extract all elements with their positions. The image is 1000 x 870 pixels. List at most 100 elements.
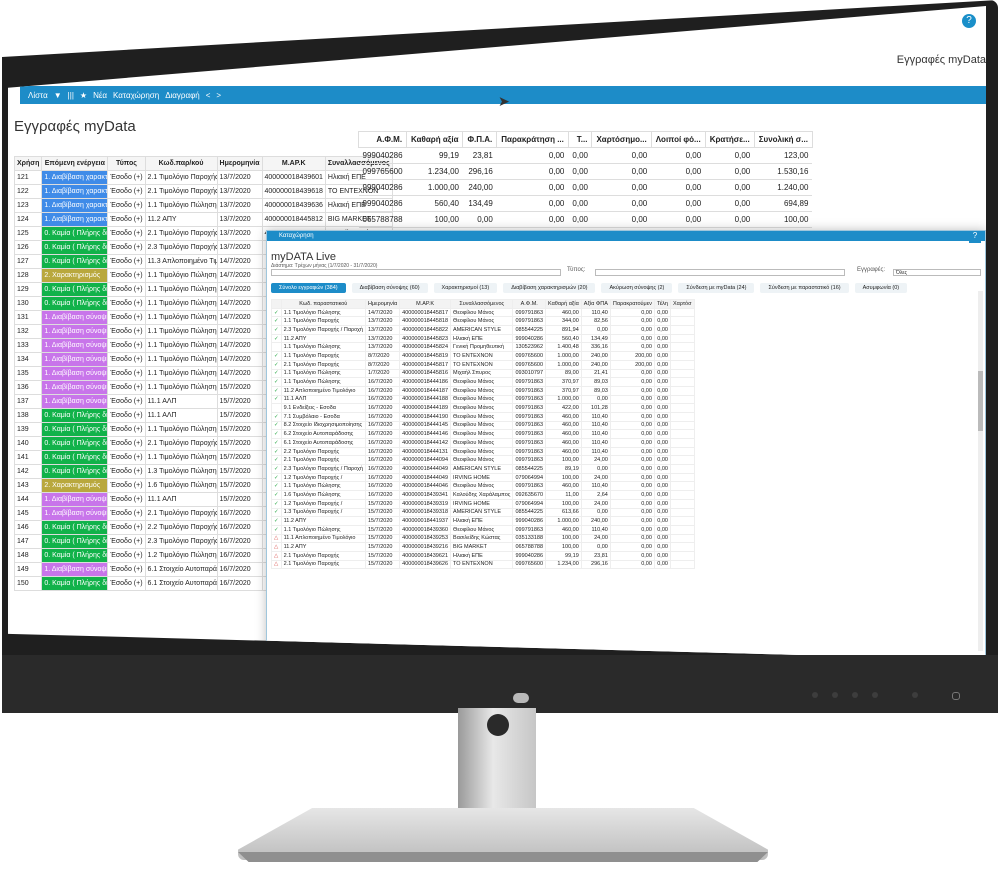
column-header[interactable]: Α.Φ.Μ. <box>357 131 408 148</box>
status-tab[interactable]: Ακύρωση σύνοψης (2) <box>601 283 673 293</box>
next-action-cell[interactable]: 1. Διαβίβαση σύνοψης <box>41 380 109 395</box>
monitor-button[interactable] <box>872 692 878 698</box>
table-row[interactable]: ✓ 1.2 Τιμολόγιο Παροχής /15/7/2020 4000000… <box>271 498 695 509</box>
column-header[interactable]: Χρήση <box>13 156 43 171</box>
column-header[interactable]: Συνολική σ... <box>753 131 813 148</box>
next-action-cell[interactable]: 1. Διαβίβαση σύνοψης <box>41 324 109 339</box>
next-action-cell[interactable]: 0. Καμία ( Πλήρης διαβίβαση ) <box>41 464 109 479</box>
next-action-cell[interactable]: 0. Καμία ( Πλήρης διαβίβαση ) <box>41 576 109 591</box>
next-action-cell[interactable]: 1. Διαβίβαση χαρακτηρισμού <box>41 212 109 227</box>
column-header[interactable]: Επόμενη ενέργεια <box>41 156 109 171</box>
table-row[interactable]: ✓ 1.1 Τιμολόγιο Πώλησης 16/7/2020 400000018… <box>271 377 695 387</box>
monitor-button[interactable] <box>812 692 818 698</box>
column-header[interactable]: Καθαρή αξία <box>545 299 582 309</box>
table-row[interactable]: ✓ 6.2 Στοιχείο Αυτοπαράδοσης 16/7/2020 4000… <box>271 429 695 439</box>
toolbar-item[interactable]: > <box>216 91 221 100</box>
status-tab[interactable]: Διαβίβαση χαρακτηρισμών (20) <box>503 283 596 293</box>
column-header[interactable]: Κρατήσε... <box>704 131 755 148</box>
table-row[interactable]: ✓ 11.1 ΑΛΠ 16/7/2020 400000018444188 Θεοφίλο… <box>271 394 695 405</box>
table-row[interactable]: ✓ 11.2 ΑΠΥ 15/7/2020 400000018441937 Ηλιακή … <box>271 516 695 526</box>
period-select[interactable] <box>271 269 561 276</box>
status-tab[interactable]: Διαβίβαση σύνοψης (60) <box>351 283 428 293</box>
type-select[interactable] <box>595 269 845 276</box>
column-header[interactable]: Καθαρή αξία <box>406 131 464 148</box>
scrollbar-thumb[interactable] <box>978 371 983 431</box>
table-row[interactable]: ✓ 2.1 Τιμολόγιο Παροχής 16/7/2020 400000018… <box>271 455 695 466</box>
column-header[interactable]: Α.Φ.Μ. <box>512 299 546 309</box>
next-action-cell[interactable]: 1. Διαβίβαση σύνοψης <box>41 366 109 381</box>
next-action-cell[interactable]: 0. Καμία ( Πλήρης διαβίβαση ) <box>41 422 109 437</box>
scrollbar[interactable] <box>978 291 983 651</box>
table-row[interactable]: ✓ 1.1 Τιμολόγιο Πώλησης 15/7/2020 400000018… <box>271 524 695 535</box>
next-action-cell[interactable]: 1. Διαβίβαση χαρακτηρισμού <box>41 198 109 213</box>
table-row[interactable]: ✓ 7.1 Συμβόλαιο - Εσοδα 16/7/2020 400000018… <box>271 411 695 422</box>
column-header[interactable]: Τέλη <box>653 299 671 309</box>
table-row[interactable]: ✓ 1.1 Τιμολόγιο Παροχής 8/7/2020 4000000184… <box>271 351 695 361</box>
next-action-cell[interactable]: 0. Καμία ( Πλήρης διαβίβαση ) <box>41 254 109 269</box>
next-action-cell[interactable]: 0. Καμία ( Πλήρης διαβίβαση ) <box>41 408 109 423</box>
status-tab[interactable]: Σύνολο εγγραφών (384) <box>271 283 346 293</box>
table-row[interactable]: ✓ 1.3 Τιμολόγιο Παροχής /15/7/2020 4000000… <box>271 507 695 518</box>
column-header[interactable]: Χαρτόσ <box>669 299 695 309</box>
next-action-cell[interactable]: 0. Καμία ( Πλήρης διαβίβαση ) <box>41 226 109 241</box>
monitor-button[interactable] <box>912 692 918 698</box>
table-row[interactable]: ✓ 2.2 Τιμολόγιο Παροχής 16/7/2020 400000018… <box>271 446 695 457</box>
toolbar-item[interactable]: Νέα <box>93 91 107 100</box>
power-button-icon[interactable] <box>952 692 960 700</box>
column-header[interactable]: Ημερομηνία <box>216 156 263 171</box>
column-header[interactable]: Παρακράτηση ... <box>496 131 569 148</box>
monitor-button[interactable] <box>832 692 838 698</box>
column-header[interactable]: Κωδ.παρ/κού <box>144 156 218 171</box>
column-header[interactable] <box>271 299 282 309</box>
status-tab[interactable]: Σύνδεση με myData (24) <box>678 283 755 293</box>
next-action-cell[interactable]: 1. Διαβίβαση σύνοψης <box>41 492 109 507</box>
next-action-cell[interactable]: 0. Καμία ( Πλήρης διαβίβαση ) <box>41 282 109 297</box>
next-action-cell[interactable]: 0. Καμία ( Πλήρης διαβίβαση ) <box>41 534 109 549</box>
status-tab[interactable]: Ασυμφωνία (0) <box>854 283 908 293</box>
next-action-cell[interactable]: 0. Καμία ( Πλήρης διαβίβαση ) <box>41 240 109 255</box>
table-row[interactable]: △ 2.1 Τιμολόγιο Παροχής 15/7/2020 400000018… <box>271 559 695 570</box>
table-row[interactable]: ✓ 1.1 Τιμολόγιο Πώλησης 16/7/2020 400000018… <box>271 481 695 492</box>
toolbar-item[interactable]: ||| <box>68 91 74 100</box>
column-header[interactable]: Φ.Π.Α. <box>462 131 498 148</box>
toolbar-item[interactable]: Λίστα <box>28 91 48 100</box>
table-row[interactable]: 999040286 560,40 134,49 0,00 0,00 0,00 0,00 0,0… <box>358 195 813 212</box>
table-row[interactable]: ✓ 1.1 Τιμολόγιο Παροχής 13/7/2020 400000018… <box>271 316 695 327</box>
table-row[interactable]: ✓ 6.1 Στοιχείο Αυτοπαράδοσης 16/7/2020 4000… <box>271 438 695 448</box>
table-row[interactable]: △ 11.2 ΑΠΥ 15/7/2020 400000018439216 BIG MAR… <box>271 542 695 552</box>
table-row[interactable]: 1221. Διαβίβαση χαρακτηρισμούΈσοδο (+)2.… <box>13 184 393 199</box>
table-row[interactable]: 1.1 Τιμολόγιο Πώλησης 13/7/2020 4000000184… <box>271 342 695 353</box>
table-row[interactable]: 065788788 100,00 0,00 0,00 0,00 0,00 0,00 0,00 1… <box>358 211 813 228</box>
status-tab[interactable]: Σύνδεση με παραστατικό (16) <box>760 283 849 293</box>
monitor-button[interactable] <box>852 692 858 698</box>
next-action-cell[interactable]: 0. Καμία ( Πλήρης διαβίβαση ) <box>41 450 109 465</box>
next-action-cell[interactable]: 2. Χαρακτηρισμός <box>41 268 109 283</box>
table-row[interactable]: △ 2.1 Τιμολόγιο Παροχής 15/7/2020 400000018… <box>271 550 695 561</box>
next-action-cell[interactable]: 1. Διαβίβαση χαρακτηρισμού <box>41 184 109 199</box>
table-row[interactable]: 1211. Διαβίβαση χαρακτηρισμούΈσοδο (+)2.… <box>13 170 393 185</box>
next-action-cell[interactable]: 1. Διαβίβαση σύνοψης <box>41 352 109 367</box>
column-header[interactable]: Τ... <box>567 131 593 148</box>
next-action-cell[interactable]: 1. Διαβίβαση σύνοψης <box>41 310 109 325</box>
next-action-cell[interactable]: 0. Καμία ( Πλήρης διαβίβαση ) <box>41 436 109 451</box>
toolbar-item[interactable]: ★ <box>80 91 87 100</box>
column-header[interactable]: Μ.ΑΡ.Κ <box>399 299 452 309</box>
next-action-cell[interactable]: 1. Διαβίβαση σύνοψης <box>41 506 109 521</box>
table-row[interactable]: 9.1 Ενδείξεις - Εσοδα 16/7/2020 4000000184… <box>271 403 695 413</box>
toolbar-item[interactable]: ▼ <box>54 91 62 100</box>
next-action-cell[interactable]: 0. Καμία ( Πλήρης διαβίβαση ) <box>41 548 109 563</box>
table-row[interactable]: ✓ 2.1 Τιμολόγιο Παροχής 8/7/2020 4000000184… <box>271 359 695 370</box>
table-row[interactable]: 1231. Διαβίβαση χαρακτηρισμούΈσοδο (+)1.… <box>13 198 393 213</box>
next-action-cell[interactable]: 0. Καμία ( Πλήρης διαβίβαση ) <box>41 520 109 535</box>
table-row[interactable]: 999040286 99,19 23,81 0,00 0,00 0,00 0,00 0,00 1… <box>358 147 813 164</box>
column-header[interactable]: Τύπος <box>107 156 146 171</box>
next-action-cell[interactable]: 2. Χαρακτηρισμός <box>41 478 109 493</box>
table-row[interactable]: ✓ 1.6 Τιμολόγιο Πώλησης 16/7/2020 400000018… <box>271 490 695 500</box>
table-row[interactable]: △ 11.1 Απλοποιημένο Τιμολόγιο 15/7/2020 400… <box>271 533 695 544</box>
toolbar-item[interactable]: Καταχώρηση <box>113 91 159 100</box>
table-row[interactable]: ✓ 11.2 Απλοποιημένο Τιμολόγιο 16/7/2020 400… <box>271 385 695 396</box>
table-row[interactable]: ✓ 8.2 Στοιχείο Ιδιοχρησιμοποίησης 16/7/202… <box>271 420 695 431</box>
table-row[interactable]: 999040286 1.000,00 240,00 0,00 0,00 0,00 0,00 0… <box>358 179 813 196</box>
table-row[interactable]: 1241. Διαβίβαση χαρακτηρισμούΈσοδο (+)11… <box>13 212 393 227</box>
next-action-cell[interactable]: 0. Καμία ( Πλήρης διαβίβαση ) <box>41 296 109 311</box>
